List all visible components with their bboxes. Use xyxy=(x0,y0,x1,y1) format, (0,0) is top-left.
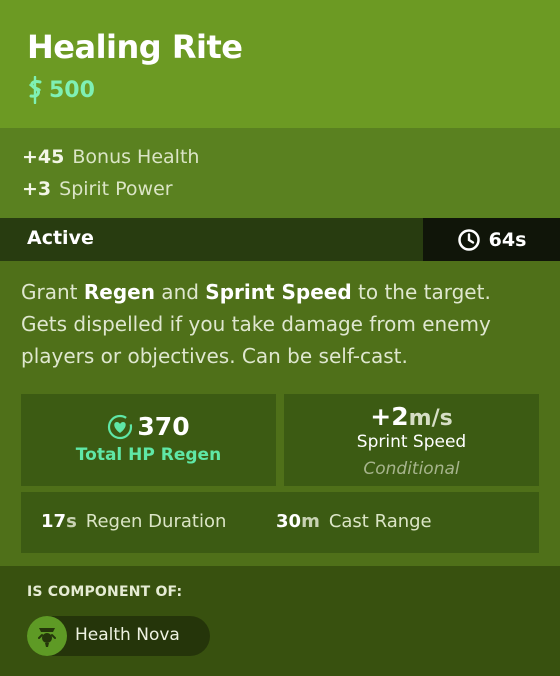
sprint-speed-label: Sprint Speed xyxy=(356,432,467,452)
stat-value: +45 xyxy=(22,146,65,168)
cast-range-value: 30 xyxy=(276,511,302,532)
item-header: Healing Rite 500 xyxy=(0,0,560,128)
sprint-speed-unit: m/s xyxy=(408,406,453,431)
stat-bonus-health: +45 Bonus Health xyxy=(22,146,199,168)
keyword-sprint-speed: Sprint Speed xyxy=(205,280,352,304)
item-tooltip-card: Healing Rite 500 +45 Bonus Health +3 Spiri… xyxy=(0,0,560,676)
cooldown-value: 64s xyxy=(488,228,527,251)
cooldown-badge: 64s xyxy=(423,218,560,261)
stat-label: Bonus Health xyxy=(72,146,200,168)
stat-value: +3 xyxy=(22,178,52,200)
health-regen-icon xyxy=(108,414,133,439)
component-item-name: Health Nova xyxy=(75,625,180,645)
active-bar: Active 64s xyxy=(0,218,560,261)
item-title: Healing Rite xyxy=(27,28,243,66)
description-text: Grant xyxy=(21,280,84,304)
component-section: IS COMPONENT OF: Health Nova xyxy=(0,566,560,676)
stat-spirit-power: +3 Spirit Power xyxy=(22,178,173,200)
health-nova-glyph xyxy=(38,628,56,647)
cooldown-clock-icon xyxy=(457,228,480,251)
keyword-regen: Regen xyxy=(83,280,155,304)
regen-duration-unit: s xyxy=(66,511,77,532)
souls-currency-icon xyxy=(29,76,42,104)
active-label: Active xyxy=(27,227,94,249)
bonus-stats: +45 Bonus Health +3 Spirit Power xyxy=(0,128,560,218)
regen-duration-label: Regen Duration xyxy=(85,511,227,532)
description-text: and xyxy=(154,280,206,304)
cast-range-stat: 30m Cast Range xyxy=(276,511,432,532)
sprint-speed-condition: Conditional xyxy=(363,459,460,479)
component-heading: IS COMPONENT OF: xyxy=(27,584,183,600)
item-cost: 500 xyxy=(26,76,95,104)
ability-description: Grant Regen and Sprint Speed to the targ… xyxy=(21,276,541,372)
hp-regen-value: 370 xyxy=(137,412,190,441)
component-item-health-nova[interactable]: Health Nova xyxy=(27,616,210,656)
cast-range-unit: m xyxy=(301,511,320,532)
health-nova-icon xyxy=(27,616,67,656)
hp-regen-value-line: 370 xyxy=(21,412,276,441)
hp-regen-box: 370 Total HP Regen xyxy=(21,394,276,486)
sprint-speed-value-line: +2m/s xyxy=(284,402,539,431)
regen-duration-value: 17 xyxy=(41,511,67,532)
stat-label: Spirit Power xyxy=(59,178,173,200)
duration-range-box: 17s Regen Duration 30m Cast Range xyxy=(21,492,539,553)
hp-regen-label: Total HP Regen xyxy=(75,445,222,465)
sprint-speed-box: +2m/s Sprint Speed Conditional xyxy=(284,394,539,486)
sprint-speed-value: +2 xyxy=(370,402,409,431)
cost-value: 500 xyxy=(49,77,95,103)
cast-range-label: Cast Range xyxy=(328,511,432,532)
regen-duration-stat: 17s Regen Duration xyxy=(41,511,226,532)
